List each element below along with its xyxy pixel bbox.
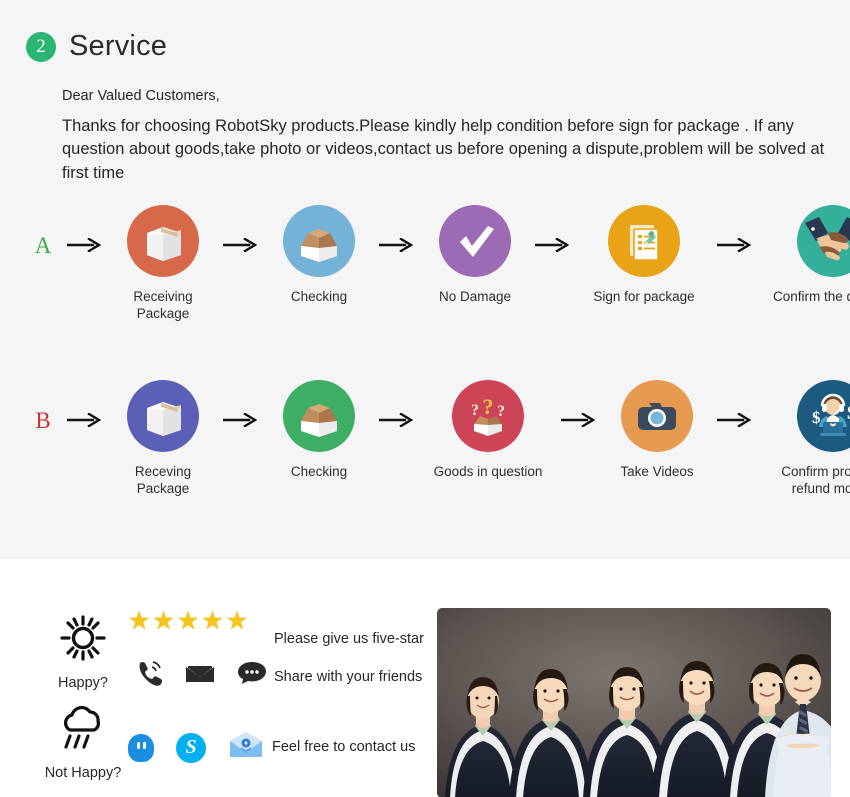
flow-step-confirm-delivery: Confirm the delivery	[758, 205, 850, 306]
salutation-text: Dear Valued Customers,	[62, 88, 220, 104]
email-open-icon[interactable]	[228, 731, 264, 764]
team-photo	[437, 608, 831, 797]
package-box-icon	[127, 205, 199, 277]
flow-step-checking-a: Checking	[264, 205, 374, 306]
handshake-icon	[797, 205, 850, 277]
qq-icon[interactable]	[128, 733, 154, 762]
star-icon[interactable]: ★	[201, 609, 223, 634]
flow-step-label: Sign for package	[593, 289, 695, 304]
flow-label-a: A	[34, 233, 52, 258]
arrow-icon	[374, 238, 420, 252]
page-title: Service	[69, 30, 168, 62]
intro-block: Dear Valued Customers, Thanks for choosi…	[62, 88, 842, 185]
flow-step-label: Confirm problem, refund money	[781, 464, 850, 496]
star-icon[interactable]: ★	[226, 609, 248, 634]
flow-step-label: Receving Package	[134, 464, 192, 496]
flow-row-a: A Receiving Package Checking No Damage S…	[0, 205, 850, 323]
flow-step-confirm-problem-refund: $ $	[758, 380, 850, 498]
not-happy-label: Not Happy?	[44, 765, 122, 781]
arrow-icon	[374, 413, 420, 427]
sun-icon	[40, 614, 126, 671]
flow-step-checking-b: Checking	[264, 380, 374, 481]
share-message: Share with your friends	[274, 669, 423, 685]
checkmark-icon	[439, 205, 511, 277]
section-number-badge: 2	[26, 31, 56, 62]
phone-ring-icon[interactable]	[134, 659, 164, 692]
envelope-icon[interactable]	[184, 660, 216, 691]
star-icon[interactable]: ★	[152, 609, 174, 634]
section-header: 2 Service	[26, 30, 167, 63]
chat-bubble-icon[interactable]	[236, 660, 268, 691]
svg-text:$: $	[812, 408, 821, 427]
social-icon-row	[134, 659, 268, 692]
flow-step-label: Checking	[290, 289, 348, 304]
signed-document-icon	[608, 205, 680, 277]
arrow-icon	[218, 238, 264, 252]
camera-icon	[621, 380, 693, 452]
star-rating[interactable]: ★ ★ ★ ★ ★	[128, 609, 248, 634]
intro-body-text: Thanks for choosing RobotSky products.Pl…	[62, 117, 825, 182]
happy-block: Happy?	[40, 614, 126, 691]
flow-row-b: B Receving Package Checking ? ? ? Goods …	[0, 380, 850, 498]
arrow-icon	[62, 238, 108, 252]
open-box-icon	[283, 205, 355, 277]
flow-step-receiving-package-a: Receiving Package	[108, 205, 218, 323]
flow-step-receiving-package-b: Receving Package	[108, 380, 218, 498]
flow-step-label: No Damage	[438, 289, 512, 304]
im-icon-row: S	[128, 731, 264, 764]
flow-step-take-videos: Take Videos	[602, 380, 712, 481]
svg-text:?: ?	[471, 402, 479, 419]
contact-section: Happy? Not Happy? ★ ★ ★ ★ ★ S Please giv…	[0, 558, 850, 797]
customer-support-icon: $ $	[797, 380, 850, 452]
arrow-icon	[218, 413, 264, 427]
flow-step-sign-for-package: Sign for package	[576, 205, 712, 306]
flow-step-label: Confirm the delivery	[772, 289, 850, 304]
package-box-icon	[127, 380, 199, 452]
five-star-message: Please give us five-star	[274, 631, 424, 647]
service-section: 2 Service Dear Valued Customers, Thanks …	[0, 0, 850, 558]
star-icon[interactable]: ★	[177, 609, 199, 634]
flow-step-label: Goods in question	[433, 464, 543, 479]
flow-step-goods-in-question: ? ? ? Goods in question	[420, 380, 556, 481]
svg-text:?: ?	[483, 394, 494, 419]
flow-step-label: Take Videos	[620, 464, 694, 479]
arrow-icon	[556, 413, 602, 427]
service-page: 2 Service Dear Valued Customers, Thanks …	[0, 0, 850, 797]
rain-cloud-icon	[40, 704, 126, 761]
skype-icon[interactable]: S	[176, 732, 206, 763]
arrow-icon	[530, 238, 576, 252]
flow-step-no-damage: No Damage	[420, 205, 530, 306]
flow-step-label: Receiving Package	[133, 289, 193, 321]
open-box-icon	[283, 380, 355, 452]
flow-label-b: B	[35, 408, 51, 433]
not-happy-block: Not Happy?	[40, 704, 126, 781]
star-icon[interactable]: ★	[128, 609, 150, 634]
arrow-icon	[62, 413, 108, 427]
contact-message: Feel free to contact us	[272, 739, 416, 755]
happy-label: Happy?	[58, 675, 108, 691]
arrow-icon	[712, 413, 758, 427]
flow-step-label: Checking	[290, 464, 348, 479]
arrow-icon	[712, 238, 758, 252]
svg-text:?: ?	[497, 403, 505, 420]
question-box-icon: ? ? ?	[452, 380, 524, 452]
